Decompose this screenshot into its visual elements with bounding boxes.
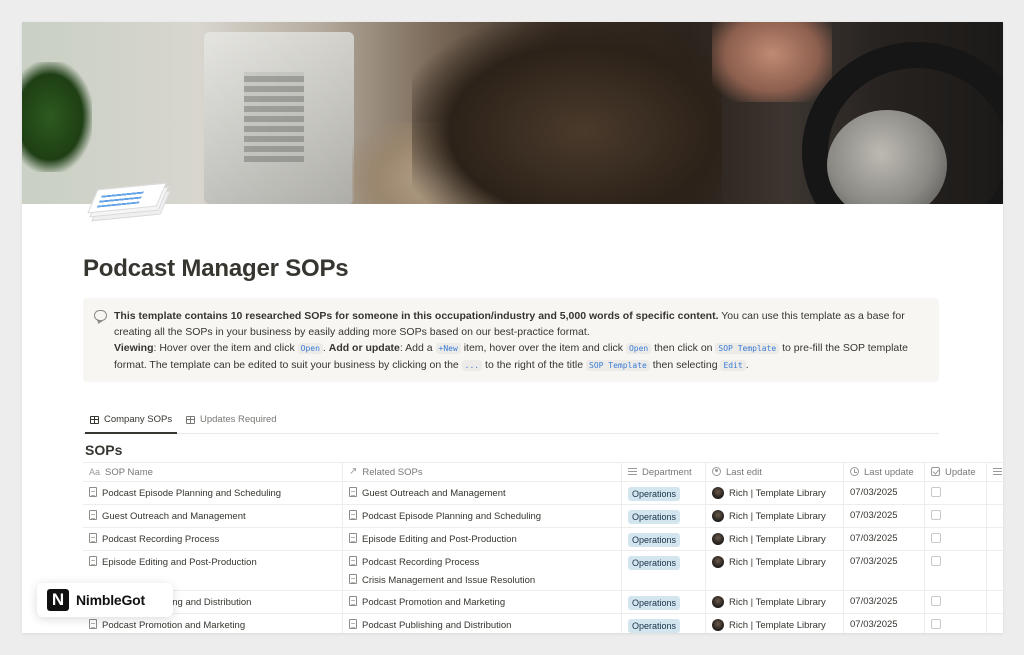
table-row[interactable]: Podcast Recording Process Episode Editin… bbox=[83, 528, 1003, 551]
table-icon bbox=[90, 415, 99, 424]
page-icon bbox=[349, 574, 357, 584]
code-edit: Edit bbox=[720, 360, 746, 371]
sop-name[interactable]: Podcast Recording Process bbox=[102, 534, 219, 545]
page-icon bbox=[349, 619, 357, 629]
clock-icon bbox=[850, 467, 859, 476]
avatar bbox=[712, 619, 724, 631]
last-update-date[interactable]: 07/03/2025 bbox=[844, 482, 925, 504]
code-sop-template: SOP Template bbox=[715, 343, 780, 354]
table-row[interactable]: Guest Outreach and Management Podcast Ep… bbox=[83, 505, 1003, 528]
department-tag: Operations bbox=[628, 556, 681, 570]
column-header-more[interactable] bbox=[987, 463, 1003, 481]
page-icon bbox=[89, 619, 97, 629]
cover-image bbox=[22, 22, 1003, 204]
text-property-icon: Aa bbox=[89, 467, 101, 477]
page-icon bbox=[349, 510, 357, 520]
sop-table: Aa SOP Name ↗ Related SOPs Department Last… bbox=[83, 462, 1003, 633]
sop-name[interactable]: Podcast Episode Planning and Scheduling bbox=[102, 488, 281, 499]
page-icon bbox=[89, 556, 97, 566]
related-sop-link[interactable]: Podcast Recording Process bbox=[362, 557, 479, 568]
last-update-date[interactable]: 07/03/2025 bbox=[844, 505, 925, 527]
table-icon bbox=[186, 415, 195, 424]
tab-updates-required[interactable]: Updates Required bbox=[186, 414, 277, 425]
update-checkbox[interactable] bbox=[931, 533, 941, 543]
page-title: Podcast Manager SOPs bbox=[83, 255, 349, 282]
last-update-date[interactable]: 07/03/2025 bbox=[844, 591, 925, 613]
related-sop-link[interactable]: Guest Outreach and Management bbox=[362, 488, 506, 499]
tab-company-sops[interactable]: Company SOPs bbox=[84, 414, 178, 434]
code-new: +New bbox=[435, 343, 461, 354]
view-tabs: Company SOPs Updates Required bbox=[83, 408, 939, 434]
column-header-last-update[interactable]: Last update bbox=[844, 463, 925, 481]
sop-name[interactable]: Guest Outreach and Management bbox=[102, 511, 246, 522]
list-icon bbox=[628, 467, 637, 475]
lines-icon bbox=[993, 467, 1002, 475]
page-icon bbox=[89, 533, 97, 543]
info-callout: This template contains 10 researched SOP… bbox=[83, 298, 939, 382]
table-row[interactable]: Podcast Episode Planning and Scheduling … bbox=[83, 482, 1003, 505]
department-tag: Operations bbox=[628, 596, 681, 610]
page-icon bbox=[349, 533, 357, 543]
last-update-date[interactable]: 07/03/2025 bbox=[844, 528, 925, 550]
avatar bbox=[712, 510, 724, 522]
update-checkbox[interactable] bbox=[931, 596, 941, 606]
page-icon bbox=[349, 487, 357, 497]
related-sop-link[interactable]: Episode Editing and Post-Production bbox=[362, 534, 517, 545]
column-header-sop-name[interactable]: Aa SOP Name bbox=[83, 463, 343, 481]
department-tag: Operations bbox=[628, 510, 681, 524]
code-open: Open bbox=[297, 343, 323, 354]
user-icon bbox=[712, 467, 721, 476]
page-frame: Podcast Manager SOPs This template conta… bbox=[22, 22, 1003, 633]
column-header-related[interactable]: ↗ Related SOPs bbox=[343, 463, 622, 481]
database-title: SOPs bbox=[85, 442, 123, 458]
avatar bbox=[712, 487, 724, 499]
avatar bbox=[712, 533, 724, 545]
brand-name: NimbleGot bbox=[76, 592, 145, 608]
speech-bubble-icon bbox=[94, 310, 107, 321]
page-icon bbox=[89, 487, 97, 497]
checkbox-icon bbox=[931, 467, 940, 476]
document-stack-icon[interactable] bbox=[87, 180, 171, 222]
sop-name[interactable]: Podcast Promotion and Marketing bbox=[102, 620, 245, 631]
last-update-date[interactable]: 07/03/2025 bbox=[844, 614, 925, 633]
code-dots: ... bbox=[461, 360, 483, 371]
table-row[interactable]: Podcast Publishing and Distribution Podc… bbox=[83, 591, 1003, 614]
update-checkbox[interactable] bbox=[931, 487, 941, 497]
related-sop-link[interactable]: Crisis Management and Issue Resolution bbox=[362, 575, 535, 586]
update-checkbox[interactable] bbox=[931, 510, 941, 520]
page-icon bbox=[349, 556, 357, 566]
related-sop-link[interactable]: Podcast Publishing and Distribution bbox=[362, 620, 511, 631]
table-row[interactable]: Episode Editing and Post-Production Podc… bbox=[83, 551, 1003, 591]
column-header-update[interactable]: Update bbox=[925, 463, 987, 481]
code-sop-template-2: SOP Template bbox=[586, 360, 650, 371]
avatar bbox=[712, 556, 724, 568]
page-icon bbox=[89, 510, 97, 520]
department-tag: Operations bbox=[628, 487, 681, 501]
nimblegot-logo-icon: N bbox=[47, 589, 69, 611]
department-tag: Operations bbox=[628, 619, 681, 633]
update-checkbox[interactable] bbox=[931, 619, 941, 629]
table-header: Aa SOP Name ↗ Related SOPs Department Last… bbox=[83, 462, 1003, 482]
related-sop-link[interactable]: Podcast Episode Planning and Scheduling bbox=[362, 511, 541, 522]
update-checkbox[interactable] bbox=[931, 556, 941, 566]
table-row[interactable]: Podcast Promotion and Marketing Podcast … bbox=[83, 614, 1003, 633]
nimblegot-badge[interactable]: N NimbleGot bbox=[37, 583, 173, 617]
callout-text: This template contains 10 researched SOP… bbox=[114, 310, 909, 371]
relation-arrow-icon: ↗ bbox=[349, 466, 358, 477]
sop-name[interactable]: Episode Editing and Post-Production bbox=[102, 557, 257, 568]
last-update-date[interactable]: 07/03/2025 bbox=[844, 551, 925, 590]
related-sop-link[interactable]: Podcast Promotion and Marketing bbox=[362, 597, 505, 608]
department-tag: Operations bbox=[628, 533, 681, 547]
column-header-last-edit[interactable]: Last edit bbox=[706, 463, 844, 481]
column-header-department[interactable]: Department bbox=[622, 463, 706, 481]
code-open-2: Open bbox=[625, 343, 652, 354]
page-icon bbox=[349, 596, 357, 606]
avatar bbox=[712, 596, 724, 608]
